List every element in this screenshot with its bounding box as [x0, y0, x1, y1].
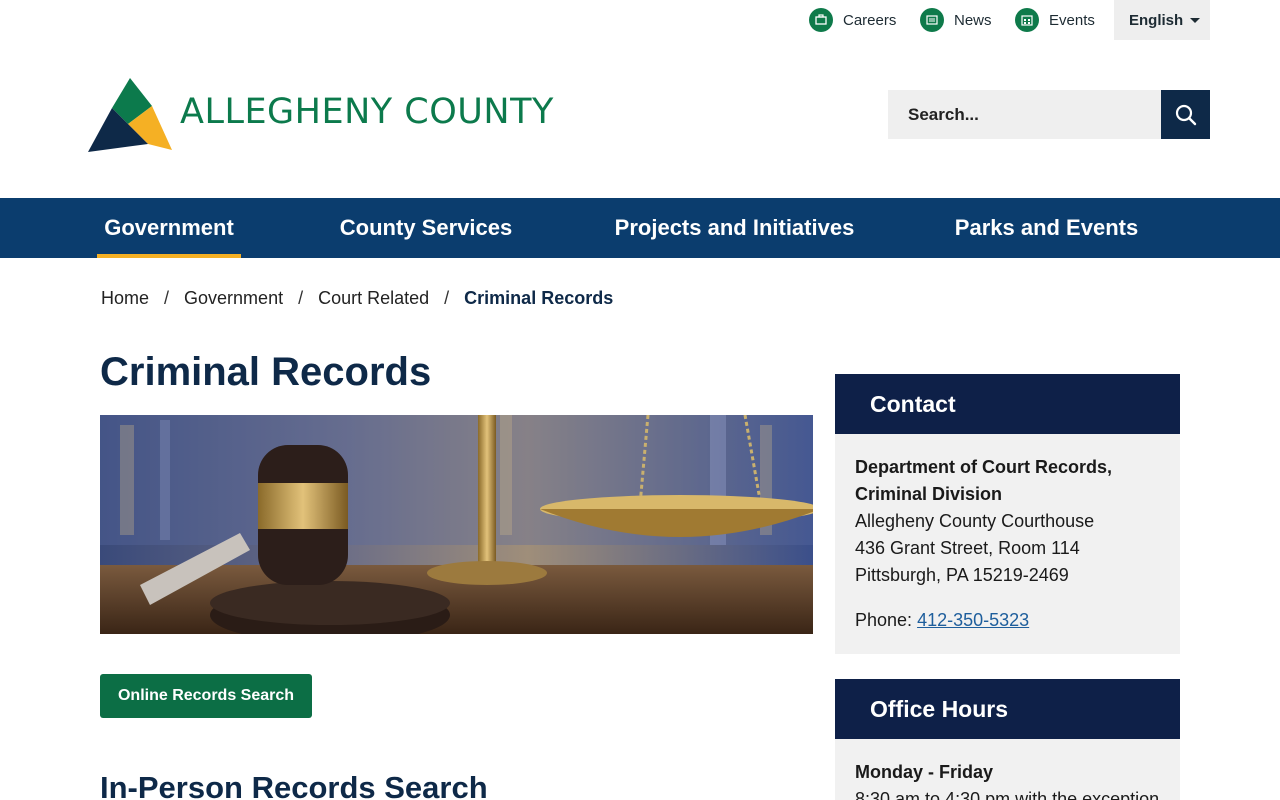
- breadcrumb-separator: /: [164, 288, 170, 308]
- news-link[interactable]: News: [920, 7, 992, 33]
- nav-item-parks-events[interactable]: Parks and Events: [955, 198, 1138, 258]
- nav-item-label: Projects and Initiatives: [614, 215, 855, 240]
- utility-bar: Careers News Events English: [0, 0, 1280, 40]
- search-form: [888, 90, 1210, 139]
- chevron-down-icon: [1190, 18, 1200, 23]
- briefcase-icon: [809, 8, 833, 32]
- nav-item-label: County Services: [339, 215, 513, 240]
- page-title: Criminal Records: [100, 350, 432, 394]
- breadcrumb-separator: /: [298, 288, 304, 308]
- org-name-line1: Department of Court Records,: [855, 457, 1113, 477]
- breadcrumb-current: Criminal Records: [464, 288, 614, 308]
- calendar-icon: [1015, 8, 1039, 32]
- contact-card-body: Department of Court Records, Criminal Di…: [835, 434, 1180, 654]
- nav-item-label: Government: [104, 215, 234, 240]
- contact-heading: Contact: [870, 390, 956, 417]
- nav-item-government[interactable]: Government: [97, 198, 241, 258]
- breadcrumb-court-related[interactable]: Court Related: [318, 288, 429, 309]
- search-button[interactable]: [1161, 90, 1210, 139]
- phone-link[interactable]: 412-350-5323: [917, 610, 1029, 630]
- search-input[interactable]: [888, 90, 1161, 139]
- county-logo[interactable]: [88, 78, 174, 152]
- hours-card-body: Monday - Friday 8:30 am to 4:30 pm with …: [835, 739, 1180, 800]
- news-label: News: [954, 11, 992, 29]
- nav-item-label: Parks and Events: [954, 215, 1139, 240]
- section-heading: In-Person Records Search: [100, 770, 488, 800]
- address-line2: 436 Grant Street, Room 114: [855, 538, 1080, 558]
- contact-card-header: Contact: [835, 374, 1180, 434]
- address-line3: Pittsburgh, PA 15219-2469: [855, 565, 1069, 585]
- hours-card-header: Office Hours: [835, 679, 1180, 739]
- org-name-line2: Criminal Division: [855, 484, 1003, 504]
- breadcrumb-government[interactable]: Government: [184, 288, 283, 309]
- address-line1: Allegheny County Courthouse: [855, 511, 1095, 531]
- events-label: Events: [1049, 11, 1095, 29]
- main-nav: Government County Services Projects and …: [0, 198, 1280, 258]
- breadcrumb-separator: /: [444, 288, 450, 308]
- language-selector[interactable]: English: [1114, 0, 1210, 40]
- hours-days: Monday - Friday: [855, 762, 994, 782]
- nav-item-projects-initiatives[interactable]: Projects and Initiatives: [612, 198, 857, 258]
- online-records-search-button[interactable]: Online Records Search: [100, 674, 312, 718]
- hours-time: 8:30 am to 4:30 pm with the exception: [855, 789, 1160, 800]
- gavel-scales-image: [100, 415, 813, 634]
- breadcrumb: Home / Government / Court Related / Crim…: [101, 288, 613, 309]
- nav-item-county-services[interactable]: County Services: [340, 198, 512, 258]
- language-label: English: [1129, 11, 1184, 29]
- phone-label: Phone:: [855, 610, 918, 630]
- logo-mark-icon: [88, 78, 172, 152]
- newspaper-icon: [920, 8, 944, 32]
- careers-link[interactable]: Careers: [809, 7, 896, 33]
- careers-label: Careers: [843, 11, 897, 29]
- logo-text: ALLEGHENY COUNTY: [180, 92, 554, 132]
- hero-image: [100, 415, 813, 634]
- search-icon: [1175, 104, 1196, 125]
- breadcrumb-home[interactable]: Home: [101, 288, 149, 309]
- phone-row: Phone: 412-350-5323: [855, 607, 1160, 634]
- events-link[interactable]: Events: [1015, 7, 1095, 33]
- hours-heading: Office Hours: [870, 695, 1009, 722]
